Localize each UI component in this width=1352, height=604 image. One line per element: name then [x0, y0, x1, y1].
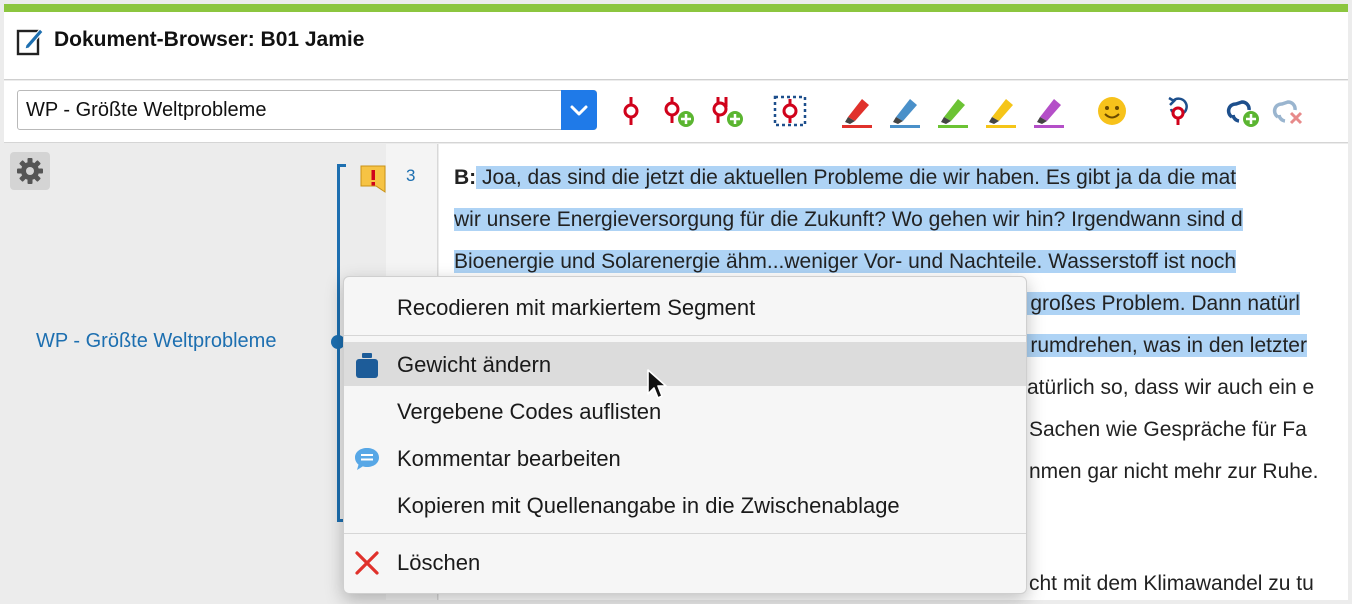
blue-highlighter-icon[interactable] — [886, 93, 924, 129]
menu-item-change-weight[interactable]: Gewicht ändern — [344, 342, 1026, 386]
code-stripe-panel: WP - Größte Weltprobleme — [4, 144, 384, 600]
green-highlighter-icon[interactable] — [934, 93, 972, 129]
menu-item-label: Kopieren mit Quellenangabe in die Zwisch… — [397, 493, 900, 518]
code-selection-icon[interactable] — [771, 93, 809, 129]
code-select-value: WP - Größte Weltprobleme — [26, 99, 267, 121]
menu-item-label: Vergebene Codes auflisten — [397, 399, 662, 424]
context-menu: Recodieren mit markiertem Segment Gewich… — [343, 276, 1027, 594]
toolbar: WP - Größte Weltprobleme — [4, 81, 1348, 143]
speaker-label: B: — [454, 166, 477, 189]
coded-segment[interactable]: z großes Problem. Dann natürl — [1014, 292, 1300, 315]
undo-code-icon[interactable] — [1161, 93, 1199, 129]
text-line: s rumdrehen, was in den letzter — [1014, 334, 1307, 358]
menu-item-label: Löschen — [397, 550, 481, 575]
code-icon[interactable] — [617, 93, 655, 129]
menu-item-recode[interactable]: Recodieren mit markiertem Segment — [344, 285, 1026, 329]
emoticon-icon[interactable] — [1093, 93, 1131, 129]
text-line: atürlich so, dass wir auch ein e — [1027, 376, 1315, 399]
purple-highlighter-icon[interactable] — [1030, 93, 1068, 129]
code-select[interactable]: WP - Größte Weltprobleme — [17, 90, 597, 130]
menu-item-label: Recodieren mit markiertem Segment — [397, 295, 756, 320]
menu-item-edit-comment[interactable]: Kommentar bearbeiten — [344, 436, 1026, 480]
delete-icon — [355, 551, 379, 575]
menu-item-copy-with-source[interactable]: Kopieren mit Quellenangabe in die Zwisch… — [344, 483, 1026, 527]
remove-link-icon[interactable] — [1270, 93, 1308, 129]
weight-warning-icon[interactable] — [358, 164, 388, 196]
add-subcode-icon[interactable] — [708, 93, 746, 129]
coded-segment[interactable]: s rumdrehen, was in den letzter — [1014, 334, 1307, 357]
window-frame: Dokument-Browser: B01 Jamie WP - Größte … — [0, 0, 1352, 604]
comment-icon — [355, 448, 379, 470]
menu-item-list-codes[interactable]: Vergebene Codes auflisten — [344, 389, 1026, 433]
paragraph-number: 3 — [406, 166, 416, 185]
add-code-icon[interactable] — [660, 93, 698, 129]
text-line: nmen gar nicht mehr zur Ruhe. — [1029, 460, 1319, 483]
edit-document-icon — [16, 28, 44, 56]
chevron-down-icon[interactable] — [561, 90, 597, 130]
window-title: Dokument-Browser: B01 Jamie — [54, 28, 365, 51]
text-line: cht mit dem Klimawandel zu tu — [1029, 572, 1314, 595]
title-bar: Dokument-Browser: B01 Jamie — [4, 12, 1348, 80]
weight-icon — [356, 353, 378, 378]
gear-icon[interactable] — [10, 152, 50, 190]
mouse-cursor-icon — [647, 369, 667, 399]
red-highlighter-icon[interactable] — [838, 93, 876, 129]
coded-segment[interactable]: wir unsere Energieversorgung für die Zuk… — [454, 208, 1243, 231]
text-line: Sachen wie Gespräche für Fa — [1029, 418, 1307, 441]
text-line: z großes Problem. Dann natürl — [1014, 292, 1300, 316]
menu-item-label: Kommentar bearbeiten — [397, 446, 621, 471]
menu-separator — [344, 533, 1026, 534]
yellow-highlighter-icon[interactable] — [982, 93, 1020, 129]
menu-item-label: Gewicht ändern — [397, 352, 552, 377]
coded-segment[interactable]: Bioenergie und Solarenergie ähm...wenige… — [454, 250, 1237, 273]
menu-item-delete[interactable]: Löschen — [344, 540, 1026, 584]
text-line: wir unsere Energieversorgung für die Zuk… — [454, 208, 1243, 232]
add-link-icon[interactable] — [1224, 93, 1262, 129]
code-stripe-label[interactable]: WP - Größte Weltprobleme — [36, 330, 276, 353]
menu-separator — [344, 335, 1026, 336]
text-line: Bioenergie und Solarenergie ähm...wenige… — [454, 250, 1237, 274]
coded-segment[interactable]: Joa, das sind die jetzt die aktuellen Pr… — [476, 166, 1237, 189]
text-line: B: Joa, das sind die jetzt die aktuellen… — [454, 166, 1237, 190]
accent-bar — [4, 4, 1348, 12]
